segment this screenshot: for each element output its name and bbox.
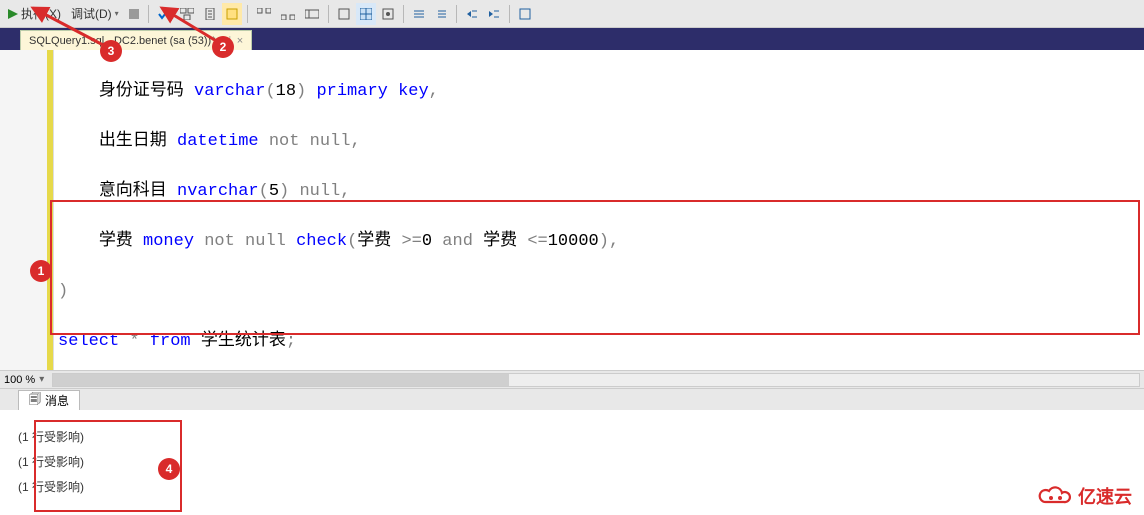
watermark: 亿速云 [1038,483,1132,509]
uncomment-button[interactable] [431,3,451,25]
parse-button[interactable] [154,3,174,25]
increase-indent-button[interactable] [484,3,504,25]
comment-button[interactable] [409,3,429,25]
zoom-bar: 100 % ▾ [0,370,1144,388]
messages-tab-label: 消息 [45,392,69,409]
file-tab-label: SQLQuery1.sql - DC2.benet (sa (53))* [29,35,215,47]
results-to-text-button[interactable] [334,3,354,25]
stop-button[interactable] [125,3,143,25]
messages-icon: 🗐 [29,390,41,411]
decrease-indent-button[interactable] [462,3,482,25]
debug-button[interactable]: 调试(D) ▾ [67,3,123,25]
close-tab-icon[interactable]: × [237,35,243,47]
cloud-icon [1038,484,1072,508]
toolbar: 执行(X) 调试(D) ▾ [0,0,1144,28]
query-options-button[interactable] [200,3,220,25]
editor-gutter [0,50,54,370]
watermark-text: 亿速云 [1078,483,1132,509]
pin-icon[interactable]: ⇲ [221,34,230,47]
code-editor[interactable]: 身份证号码 varchar(18) primary key, 出生日期 date… [0,50,1144,370]
message-line: (1 行受影响) [18,453,1126,470]
results-to-file-button[interactable] [378,3,398,25]
message-line: (1 行受影响) [18,428,1126,445]
execute-button[interactable]: 执行(X) [4,3,65,25]
debug-label: 调试(D) [71,5,112,22]
horizontal-scrollbar[interactable] [52,373,1140,387]
intellisense-button[interactable] [222,3,242,25]
messages-tab[interactable]: 🗐 消息 [18,390,80,410]
execute-label: 执行(X) [21,5,61,22]
estimated-plan-button[interactable] [176,3,198,25]
file-tab[interactable]: SQLQuery1.sql - DC2.benet (sa (53))* ⇲ × [20,30,252,50]
specify-template-button[interactable] [515,3,535,25]
code-area[interactable]: 身份证号码 varchar(18) primary key, 出生日期 date… [54,50,1144,370]
messages-panel: (1 行受影响) (1 行受影响) (1 行受影响) [0,410,1144,515]
scrollbar-thumb[interactable] [53,374,509,386]
zoom-level[interactable]: 100 % [4,374,35,386]
tab-strip: SQLQuery1.sql - DC2.benet (sa (53))* ⇲ × [0,28,1144,50]
results-tab-strip: 🗐 消息 [0,388,1144,410]
include-client-stats-button[interactable] [301,3,323,25]
message-line: (1 行受影响) [18,478,1126,495]
include-live-stats-button[interactable] [277,3,299,25]
zoom-dropdown-icon[interactable]: ▾ [39,374,44,385]
results-to-grid-button[interactable] [356,3,376,25]
include-actual-plan-button[interactable] [253,3,275,25]
